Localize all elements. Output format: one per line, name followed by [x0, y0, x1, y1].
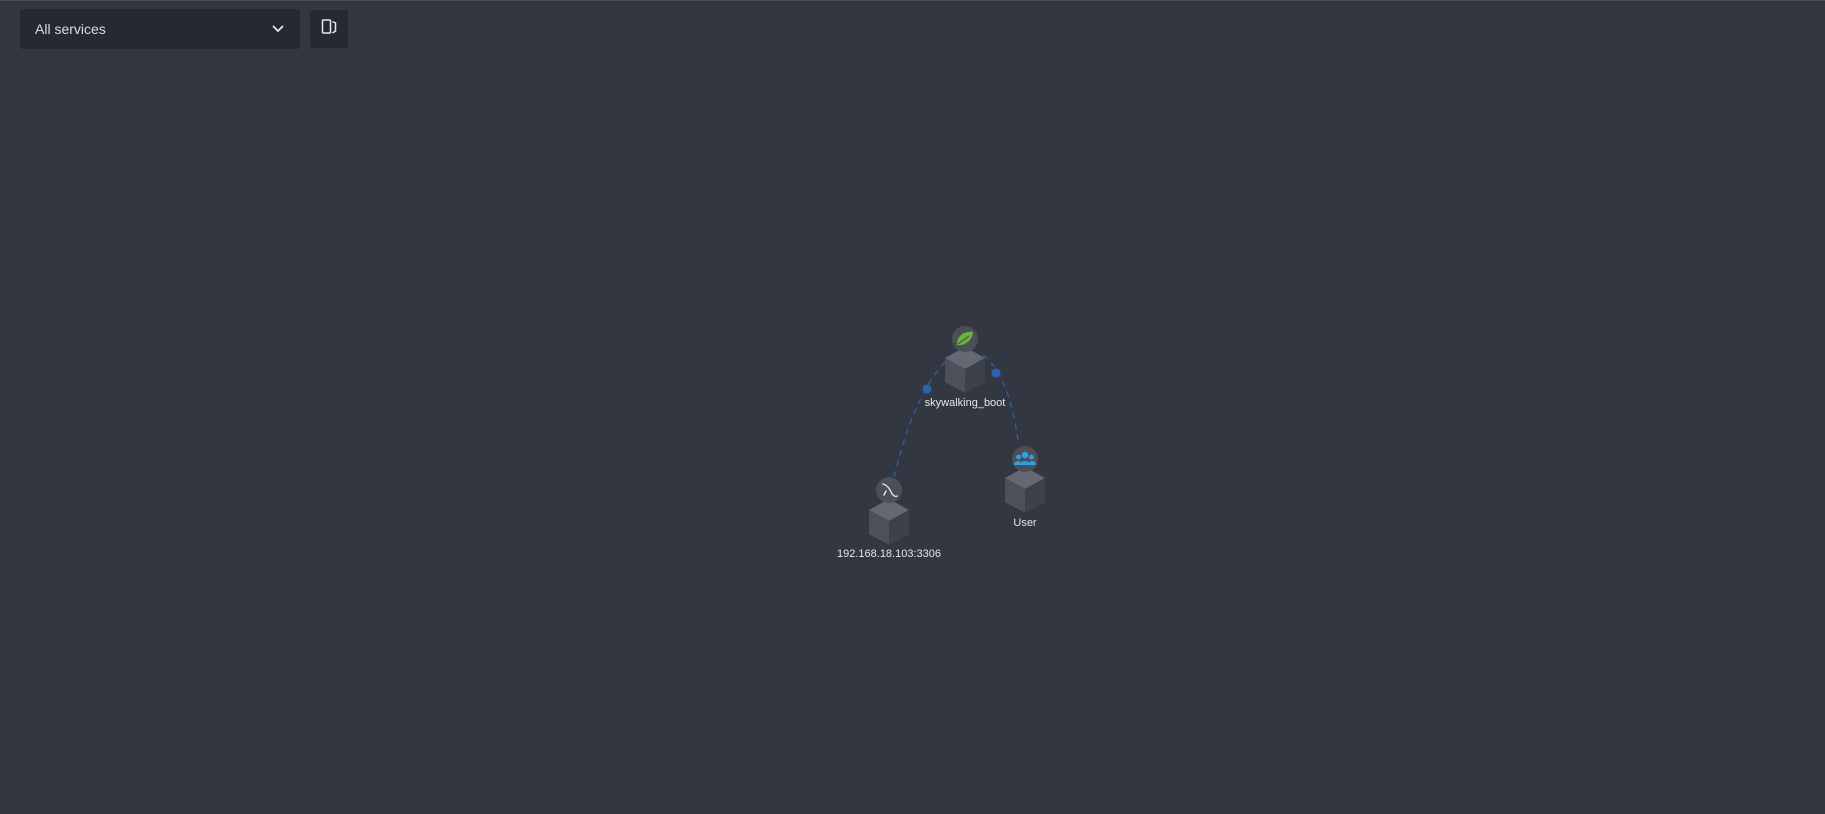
- edge-dot[interactable]: [922, 384, 932, 394]
- users-icon: [1012, 446, 1038, 472]
- node-label-mysql: 192.168.18.103:3306: [837, 548, 941, 560]
- node-skywalking-boot[interactable]: skywalking_boot: [925, 326, 1006, 409]
- node-user[interactable]: User: [1005, 446, 1045, 529]
- edge-boot-to-mysql[interactable]: [889, 361, 946, 496]
- spring-leaf-icon: [952, 326, 978, 352]
- edge-dot[interactable]: [991, 368, 1001, 378]
- node-label-skywalking-boot: skywalking_boot: [925, 397, 1006, 409]
- node-mysql[interactable]: 192.168.18.103:3306: [837, 477, 941, 560]
- node-label-user: User: [1013, 517, 1037, 529]
- topology-graph[interactable]: skywalking_boot 192.168.18.103:3306 User: [0, 0, 1825, 814]
- mysql-dolphin-icon: [876, 477, 902, 503]
